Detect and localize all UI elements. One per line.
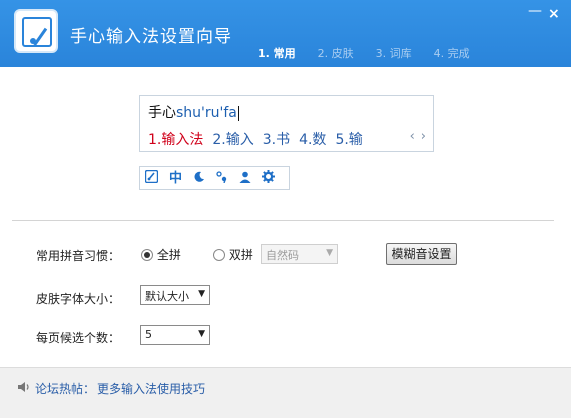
candidate-item: 2.输入 (212, 132, 254, 148)
window-title: 手心输入法设置向导 (70, 27, 232, 47)
chevron-down-icon: ▼ (198, 329, 205, 339)
app-logo (14, 9, 58, 53)
pinyin-habit-label: 常用拼音习惯： (36, 249, 121, 263)
gear-icon (262, 170, 276, 186)
candidate-preview: 手心shu'ru'fa 1.输入法 2.输入 3.书 4.数 5.输 ‹ › (139, 95, 434, 152)
candidate-item: 1.输入法 (148, 132, 204, 148)
minimize-icon[interactable]: — (528, 3, 542, 19)
double-pinyin-option[interactable]: 双拼 (213, 246, 253, 263)
section-divider (12, 220, 554, 221)
font-size-value: 默认大小 (145, 290, 189, 303)
chevron-down-icon: ▼ (198, 289, 205, 299)
fuzzy-sound-settings-button[interactable]: 模糊音设置 (386, 243, 457, 265)
title-bar: 手心输入法设置向导 — × 1. 常用 2. 皮肤 3. 词库 4. 完成 (0, 0, 571, 67)
composition-prefix: 手心 (148, 105, 176, 121)
candidate-pager: ‹ › (404, 129, 426, 144)
close-icon[interactable]: × (548, 6, 560, 22)
candidate-count-select[interactable]: 5 ▼ (140, 325, 210, 345)
moon-icon (193, 171, 205, 186)
forum-tips-link[interactable]: 更多输入法使用技巧 (97, 380, 205, 397)
candidate-item: 5.输 (335, 132, 363, 148)
forum-hot-label: 论坛热帖： (35, 382, 96, 396)
double-pinyin-label: 双拼 (228, 248, 253, 262)
step-general[interactable]: 1. 常用 (258, 45, 296, 61)
user-icon (239, 171, 251, 186)
candidate-item: 4.数 (299, 132, 327, 148)
footer-bar: 论坛热帖： 更多输入法使用技巧 (0, 367, 571, 418)
double-pinyin-scheme-value: 自然码 (266, 249, 299, 262)
speaker-icon (17, 381, 31, 396)
chinese-mode-icon: 中 (169, 170, 183, 186)
chevron-down-icon: ▼ (326, 248, 333, 258)
logo-icon (22, 17, 52, 47)
skin-font-size-label: 皮肤字体大小： (36, 292, 121, 306)
chevron-right-icon: › (420, 129, 426, 144)
candidate-item: 3.书 (262, 132, 291, 148)
step-dictionary[interactable]: 3. 词库 (376, 45, 412, 61)
logo-needle (33, 27, 48, 46)
wizard-steps: 1. 常用 2. 皮肤 3. 词库 4. 完成 (258, 45, 492, 61)
full-pinyin-radio[interactable] (141, 249, 153, 261)
candidate-count-value: 5 (145, 328, 152, 341)
preview-composition: 手心shu'ru'fa (148, 102, 239, 122)
candidate-list: 1.输入法 2.输入 3.书 4.数 5.输 (148, 129, 372, 149)
logo-icon (144, 169, 159, 186)
chevron-left-icon: ‹ (409, 129, 415, 144)
full-pinyin-label: 全拼 (156, 248, 181, 262)
step-finish[interactable]: 4. 完成 (434, 45, 470, 61)
double-pinyin-scheme-select[interactable]: 自然码 ▼ (261, 244, 338, 264)
punctuation-icon (216, 170, 228, 186)
ime-status-bar: 中 (139, 166, 290, 190)
text-caret (237, 105, 239, 121)
composition-pinyin: shu'ru'fa (176, 105, 237, 121)
step-skin[interactable]: 2. 皮肤 (318, 45, 354, 61)
logo-dot (30, 38, 36, 44)
font-size-select[interactable]: 默认大小 ▼ (140, 285, 210, 305)
double-pinyin-radio[interactable] (213, 249, 225, 261)
candidates-per-page-label: 每页候选个数： (36, 331, 121, 345)
full-pinyin-option[interactable]: 全拼 (141, 246, 181, 263)
